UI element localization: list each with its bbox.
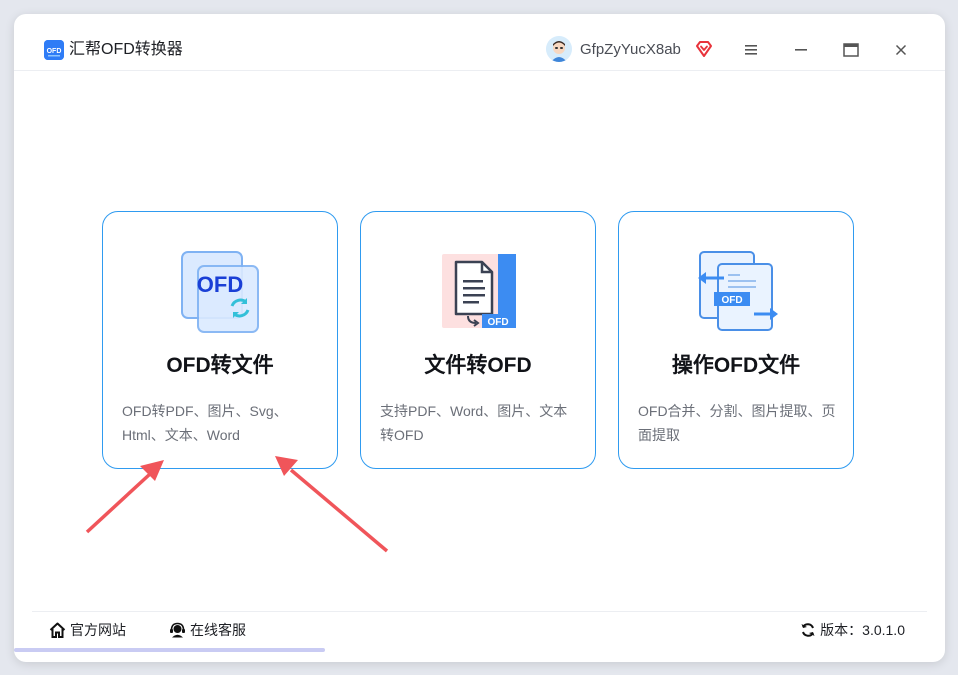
home-icon [49, 622, 66, 638]
close-button[interactable] [886, 36, 916, 64]
menu-button[interactable] [736, 36, 766, 64]
card-title: OFD转文件 [166, 354, 274, 377]
minimize-icon [795, 49, 807, 51]
svg-text:OFD: OFD [721, 295, 742, 306]
app-logo-icon: OFD [44, 40, 64, 60]
svg-text:OFD: OFD [47, 48, 62, 55]
online-support-link[interactable]: 在线客服 [169, 620, 246, 640]
official-website-label: 官方网站 [70, 622, 126, 638]
card-ofd-to-file[interactable]: OFD OFD转文件 OFD转PDF、图片、Svg、Html、文本、Word [102, 211, 338, 469]
username[interactable]: GfpZyYucX8ab [580, 40, 681, 60]
file-to-ofd-icon: OFD [436, 248, 522, 334]
svg-text:OFD: OFD [487, 317, 508, 328]
card-description: OFD合并、分割、图片提取、页面提取 [638, 403, 836, 443]
card-title: 文件转OFD [424, 354, 532, 377]
card-operate-ofd[interactable]: OFD 操作OFD文件 OFD合并、分割、图片提取、页面提取 [618, 211, 854, 469]
horizontal-scrollbar[interactable] [14, 648, 325, 652]
minimize-button[interactable] [786, 36, 816, 64]
refresh-icon[interactable] [800, 622, 816, 638]
svg-text:OFD: OFD [197, 272, 243, 297]
app-title: 汇帮OFD转换器 [69, 41, 183, 58]
close-icon [895, 44, 907, 56]
online-support-label: 在线客服 [190, 622, 246, 638]
ofd-convert-icon: OFD [178, 248, 264, 334]
maximize-button[interactable] [836, 36, 866, 64]
menu-icon [745, 45, 757, 55]
title-bar: OFD 汇帮OFD转换器 GfpZyYucX8ab [14, 14, 945, 71]
card-description: 支持PDF、Word、图片、文本转OFD [380, 403, 568, 443]
annotation-arrow-left [85, 460, 164, 534]
headset-icon [170, 622, 185, 638]
annotation-arrow-right [275, 456, 389, 553]
footer-divider [32, 611, 927, 612]
user-avatar[interactable] [546, 36, 572, 62]
version-info: 版本：3.0.1.0 [800, 620, 905, 640]
vip-diamond-icon[interactable] [694, 39, 714, 59]
app-window: OFD 汇帮OFD转换器 GfpZyYucX8ab OFD OFD转文件 OFD… [14, 14, 945, 662]
card-title: 操作OFD文件 [671, 354, 801, 377]
version-label: 版本：3.0.1.0 [820, 622, 905, 638]
maximize-icon [843, 43, 859, 57]
operate-ofd-icon: OFD [694, 248, 780, 334]
official-website-link[interactable]: 官方网站 [49, 620, 126, 640]
card-description: OFD转PDF、图片、Svg、Html、文本、Word [122, 403, 288, 443]
card-file-to-ofd[interactable]: OFD 文件转OFD 支持PDF、Word、图片、文本转OFD [360, 211, 596, 469]
